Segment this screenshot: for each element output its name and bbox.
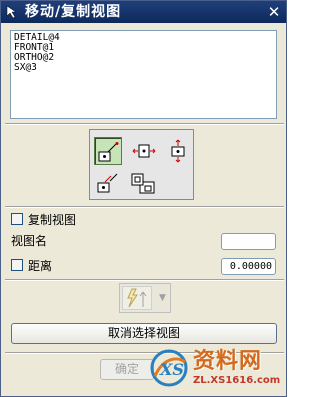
distance-label: 距离: [28, 259, 53, 273]
distance-option[interactable]: 距离: [11, 258, 91, 274]
distance-input[interactable]: 0.00000: [221, 258, 276, 275]
close-button[interactable]: ✕: [266, 4, 282, 20]
perpendicular-button[interactable]: [94, 169, 122, 197]
dialog-title: 移动/复制视图: [25, 4, 122, 20]
copy-view-option[interactable]: 复制视图: [11, 212, 131, 228]
chevron-down-icon[interactable]: ▼: [156, 286, 169, 310]
watermark: XS 资料网 ZL.XS1616.com: [149, 344, 284, 394]
separator: [5, 206, 284, 208]
move-copy-view-dialog: 移动/复制视图 ✕ DETAIL@4 FRONT@1 ORTHO@2 SX@3: [0, 0, 287, 397]
title-bar[interactable]: 移动/复制视图 ✕: [1, 1, 286, 23]
copy-view-checkbox[interactable]: [11, 213, 23, 225]
distance-checkbox[interactable]: [11, 259, 23, 271]
watermark-title: 资料网: [193, 349, 263, 374]
arrow-cursor-icon: [4, 4, 20, 20]
svg-text:XS: XS: [159, 360, 184, 379]
ok-button[interactable]: 确定: [100, 359, 154, 380]
view-list[interactable]: DETAIL@4 FRONT@1 ORTHO@2 SX@3: [10, 30, 277, 119]
list-item[interactable]: SX@3: [14, 63, 273, 73]
move-method-panel: [89, 129, 194, 200]
deselect-views-button[interactable]: 取消选择视图: [11, 323, 277, 344]
vector-constructor-button[interactable]: [122, 286, 152, 310]
horizontal-icon: [132, 144, 156, 158]
to-another-drawing-icon: [131, 173, 155, 194]
separator: [5, 123, 284, 125]
watermark-url: ZL.XS1616.com: [193, 375, 281, 386]
perpendicular-to-line-icon: [97, 173, 118, 193]
view-name-label: 视图名: [11, 234, 48, 248]
to-another-drawing-button[interactable]: [128, 169, 156, 197]
to-point-icon: [98, 142, 119, 162]
vector-split-button: ▼: [119, 283, 171, 313]
vector-constructor-icon: [127, 288, 147, 308]
copy-view-label: 复制视图: [28, 213, 77, 227]
separator: [5, 279, 284, 281]
vertical-icon: [171, 139, 185, 163]
view-name-input[interactable]: [221, 233, 276, 250]
xs-logo-icon: XS: [149, 348, 189, 388]
horizontal-button[interactable]: [130, 137, 158, 165]
list-item[interactable]: ORTHO@2: [14, 53, 273, 63]
vertical-button[interactable]: [164, 137, 192, 165]
to-point-button[interactable]: [94, 137, 122, 165]
